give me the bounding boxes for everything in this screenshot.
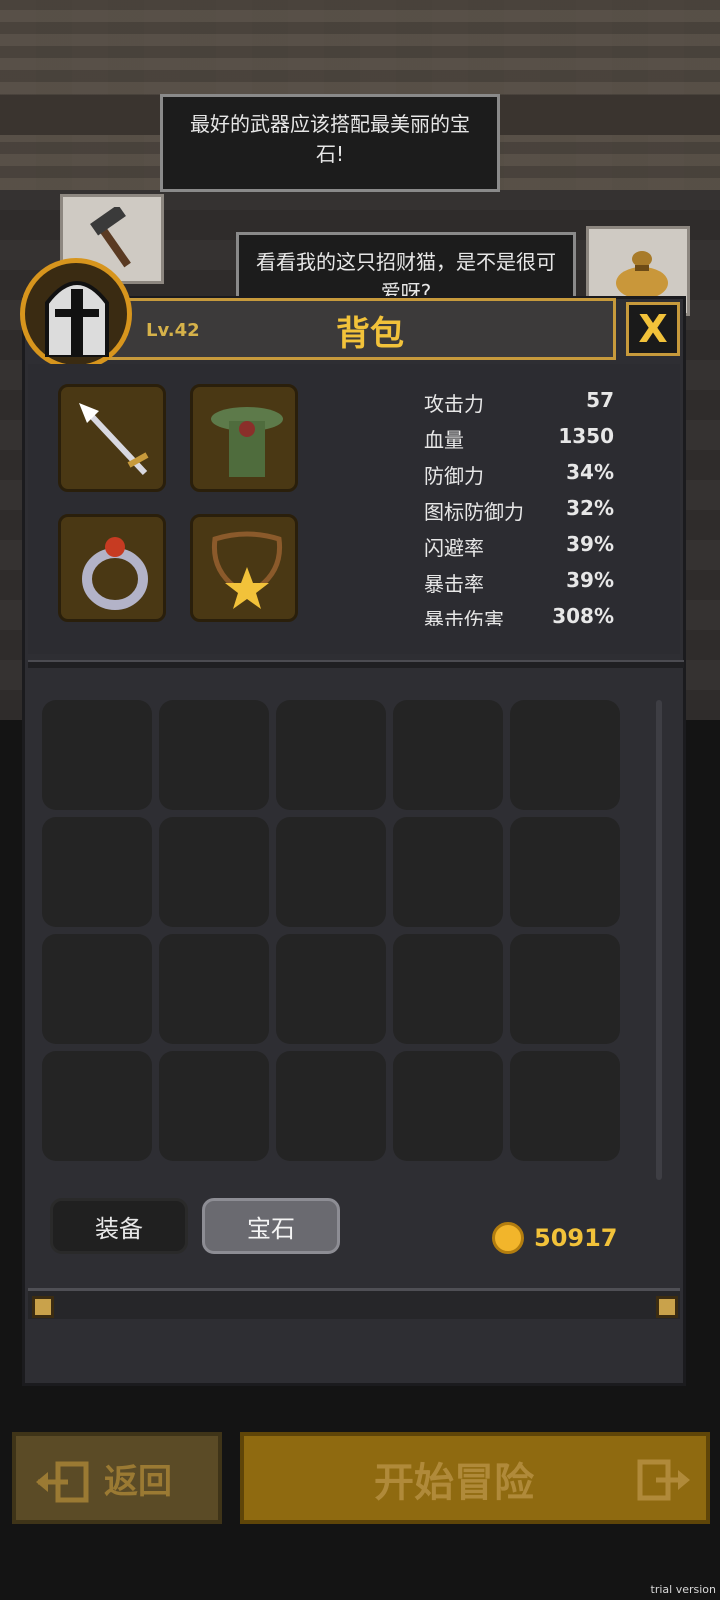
stat-label: 血量 — [424, 428, 464, 452]
money-bag-icon — [616, 251, 668, 299]
stat-label: 防御力 — [424, 464, 484, 488]
inventory-slot[interactable] — [42, 934, 152, 1044]
close-icon: X — [638, 307, 668, 351]
rivet-left — [32, 1296, 54, 1318]
inventory-slot[interactable] — [510, 934, 620, 1044]
stat-value: 39% — [566, 532, 614, 556]
ring-slot[interactable] — [58, 514, 166, 622]
start-button-label: 开始冒险 — [374, 1460, 534, 1506]
speech-bubble-bottom: 看看我的这只招财猫，是不是很可爱呀? — [236, 232, 576, 302]
star-necklace-icon — [211, 531, 283, 609]
inventory-slot[interactable] — [510, 700, 620, 810]
stat-row-defense: 防御力 34% — [424, 460, 614, 490]
stat-label: 暴击伤害 — [424, 608, 504, 626]
inventory-slot[interactable] — [276, 1051, 386, 1161]
enter-door-icon — [637, 1459, 690, 1501]
inventory-slot[interactable] — [393, 934, 503, 1044]
inventory-slot[interactable] — [276, 934, 386, 1044]
inventory-slot[interactable] — [42, 817, 152, 927]
necklace-slot[interactable] — [190, 514, 298, 622]
ruby-ring-icon — [82, 537, 148, 610]
panel-title: 背包 — [336, 314, 404, 354]
back-button[interactable]: 返回 — [12, 1432, 222, 1524]
inventory-slot[interactable] — [159, 700, 269, 810]
stat-label: 攻击力 — [424, 392, 484, 416]
inventory-slot[interactable] — [42, 1051, 152, 1161]
stat-row-hp: 血量 1350 — [424, 424, 614, 454]
inventory-slot[interactable] — [276, 817, 386, 927]
stat-row-attack: 攻击力 57 — [424, 388, 614, 418]
inventory-slot[interactable] — [159, 1051, 269, 1161]
inventory-scrollbar[interactable] — [656, 700, 662, 1180]
stat-row-icon-defense: 图标防御力 32% — [424, 496, 614, 526]
panel-divider — [28, 660, 684, 668]
stat-row-crit-rate: 暴击率 39% — [424, 568, 614, 598]
stat-value: 308% — [552, 604, 614, 626]
inventory-slot[interactable] — [393, 700, 503, 810]
back-button-label: 返回 — [104, 1462, 172, 1502]
start-adventure-button[interactable]: 开始冒险 — [240, 1432, 710, 1524]
hooded-cloak-icon — [211, 407, 283, 477]
stat-label: 闪避率 — [424, 536, 484, 560]
speech-text-2: 看看我的这只招财猫，是不是很可爱呀? — [256, 250, 556, 302]
stat-row-crit-damage: 暴击伤害 308% — [424, 604, 614, 626]
stat-label: 暴击率 — [424, 572, 484, 596]
knight-helmet-icon — [45, 281, 109, 357]
stat-row-dodge: 闪避率 39% — [424, 532, 614, 562]
rivet-right — [656, 1296, 678, 1318]
inventory-slot[interactable] — [276, 700, 386, 810]
inventory-slot[interactable] — [159, 817, 269, 927]
inventory-slot[interactable] — [510, 817, 620, 927]
stat-value: 1350 — [558, 424, 614, 448]
exit-door-icon — [36, 1461, 89, 1503]
inventory-slot[interactable] — [393, 1051, 503, 1161]
player-level: Lv.42 — [146, 320, 200, 341]
stat-value: 39% — [566, 568, 614, 592]
spear-icon — [79, 403, 149, 476]
speech-bubble-top: 最好的武器应该搭配最美丽的宝石! — [160, 94, 500, 192]
inventory-slot[interactable] — [510, 1051, 620, 1161]
stat-value: 57 — [586, 388, 614, 412]
speech-text-1: 最好的武器应该搭配最美丽的宝石! — [190, 112, 470, 166]
panel-bottom-bar — [28, 1288, 680, 1319]
close-button[interactable]: X — [626, 302, 680, 356]
armor-slot[interactable] — [190, 384, 298, 492]
watermark: trial version — [650, 1583, 716, 1596]
weapon-slot[interactable] — [58, 384, 166, 492]
stat-value: 32% — [566, 496, 614, 520]
inventory-slot[interactable] — [42, 700, 152, 810]
avatar[interactable] — [20, 258, 132, 370]
gold-amount: 50917 — [534, 1224, 618, 1252]
stat-value: 34% — [566, 460, 614, 484]
gold-coin-icon — [492, 1222, 524, 1254]
tab-gems[interactable]: 宝石 — [202, 1198, 340, 1254]
stat-label: 图标防御力 — [424, 500, 524, 524]
inventory-slot[interactable] — [159, 934, 269, 1044]
tab-equipment[interactable]: 装备 — [50, 1198, 188, 1254]
inventory-slot[interactable] — [393, 817, 503, 927]
